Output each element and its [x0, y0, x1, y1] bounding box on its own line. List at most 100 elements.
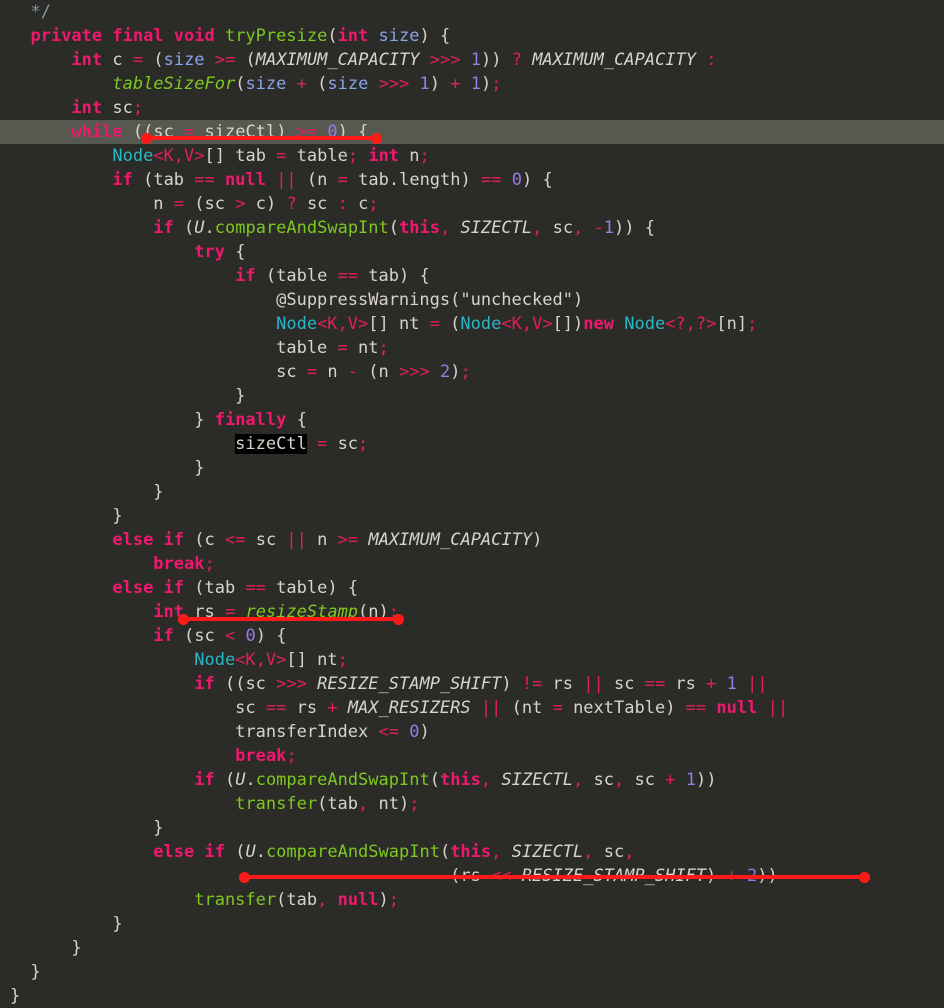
token-operator: ||	[286, 530, 318, 550]
token-ident: rs	[675, 674, 707, 694]
code-line[interactable]: else if (U.compareAndSwapInt(this, SIZEC…	[0, 840, 944, 864]
token-punct: ) {	[337, 122, 369, 142]
token-method: resizeStamp	[245, 602, 359, 622]
code-line[interactable]: break;	[0, 744, 944, 768]
token-ident: n	[726, 314, 737, 334]
occurrence-highlight[interactable]: sizeCtl	[235, 434, 307, 454]
token-punct: (	[184, 218, 195, 238]
token-punct: .	[388, 170, 400, 190]
token-punct: (	[439, 842, 451, 862]
token-keyword: if	[194, 770, 225, 790]
code-line[interactable]: sizeCtl = sc;	[0, 432, 944, 456]
code-line[interactable]: */	[0, 0, 944, 24]
token-punct: [	[716, 314, 727, 334]
token-punct: (	[194, 194, 205, 214]
code-line[interactable]: }	[0, 816, 944, 840]
token-punct: ) {	[521, 170, 553, 190]
code-line[interactable]: if (U.compareAndSwapInt(this, SIZECTL, s…	[0, 216, 944, 240]
token-operator: =	[337, 170, 359, 190]
code-editor[interactable]: */ private final void tryPresize(int siz…	[0, 0, 944, 1006]
token-operator: =	[184, 122, 205, 142]
token-punct: (	[184, 626, 195, 646]
code-line-active[interactable]: while ((sc = sizeCtl) >= 0) {	[0, 120, 944, 144]
code-line[interactable]: }	[0, 912, 944, 936]
code-line[interactable]: }	[0, 960, 944, 984]
token-ident: length	[399, 170, 461, 190]
token-ident: table	[276, 338, 338, 358]
token-ident: n	[153, 194, 174, 214]
token-operator: ,	[573, 770, 594, 790]
code-line[interactable]: transfer(tab, null);	[0, 888, 944, 912]
code-line[interactable]: }	[0, 480, 944, 504]
code-line[interactable]: n = (sc > c) ? sc : c;	[0, 192, 944, 216]
code-line[interactable]: } finally {	[0, 408, 944, 432]
code-line[interactable]: }	[0, 456, 944, 480]
token-ident: rs	[460, 866, 492, 886]
code-line[interactable]: }	[0, 936, 944, 960]
token-static-field: SIZECTL	[460, 218, 533, 238]
token-ident: sc	[204, 194, 236, 214]
code-line[interactable]: }	[0, 384, 944, 408]
code-line[interactable]: transferIndex <= 0)	[0, 720, 944, 744]
code-line[interactable]: if (sc < 0) {	[0, 624, 944, 648]
code-line[interactable]: else if (tab == table) {	[0, 576, 944, 600]
token-ident: nt	[378, 794, 399, 814]
token-ident: nt	[358, 338, 379, 358]
token-ident: sc	[603, 842, 625, 862]
code-line[interactable]: if (U.compareAndSwapInt(this, SIZECTL, s…	[0, 768, 944, 792]
code-line[interactable]: int sc;	[0, 96, 944, 120]
token-operator: ;	[286, 746, 297, 766]
token-operator: >=	[214, 50, 246, 70]
code-line[interactable]: sc == rs + MAX_RESIZERS || (nt = nextTab…	[0, 696, 944, 720]
token-brace: }	[235, 386, 246, 406]
token-ident: c	[204, 530, 225, 550]
token-operator: =	[429, 314, 451, 334]
code-line[interactable]: try {	[0, 240, 944, 264]
code-line[interactable]: int rs = resizeStamp(n);	[0, 600, 944, 624]
token-ident: n	[378, 362, 400, 382]
code-line[interactable]: transfer(tab, nt);	[0, 792, 944, 816]
token-operator: ;	[358, 434, 369, 454]
code-line[interactable]: break;	[0, 552, 944, 576]
token-punct: ))	[480, 50, 512, 70]
code-line[interactable]: tableSizeFor(size + (size >>> 1) + 1);	[0, 72, 944, 96]
token-number: 0	[409, 722, 420, 742]
code-line[interactable]: Node<K,V>[] tab = table; int n;	[0, 144, 944, 168]
token-punct: ))	[695, 770, 717, 790]
code-line[interactable]: if ((sc >>> RESIZE_STAMP_SHIFT) != rs ||…	[0, 672, 944, 696]
code-line[interactable]: if (table == tab) {	[0, 264, 944, 288]
code-line[interactable]: private final void tryPresize(int size) …	[0, 24, 944, 48]
code-line[interactable]: }	[0, 984, 944, 1008]
token-keyword: int	[153, 602, 195, 622]
code-line[interactable]: if (tab == null || (n = tab.length) == 0…	[0, 168, 944, 192]
code-line[interactable]: }	[0, 504, 944, 528]
code-line[interactable]: table = nt;	[0, 336, 944, 360]
code-line[interactable]: sc = n - (n >>> 2);	[0, 360, 944, 384]
code-line[interactable]: Node<K,V>[] nt = (Node<K,V>[])new Node<?…	[0, 312, 944, 336]
token-ident: tab	[368, 266, 399, 286]
token-operator: ,	[480, 770, 502, 790]
code-line[interactable]: (rs << RESIZE_STAMP_SHIFT) + 2))	[0, 864, 944, 888]
token-operator: -	[347, 362, 369, 382]
code-line[interactable]: else if (c <= sc || n >= MAXIMUM_CAPACIT…	[0, 528, 944, 552]
token-keyword: if	[194, 674, 225, 694]
token-brace: }	[10, 986, 21, 1006]
code-line[interactable]: @SuppressWarnings("unchecked")	[0, 288, 944, 312]
code-line[interactable]: int c = (size >= (MAXIMUM_CAPACITY >>> 1…	[0, 48, 944, 72]
token-punct: (	[317, 74, 328, 94]
token-method: transfer	[194, 890, 277, 910]
code-line[interactable]: Node<K,V>[] nt;	[0, 648, 944, 672]
